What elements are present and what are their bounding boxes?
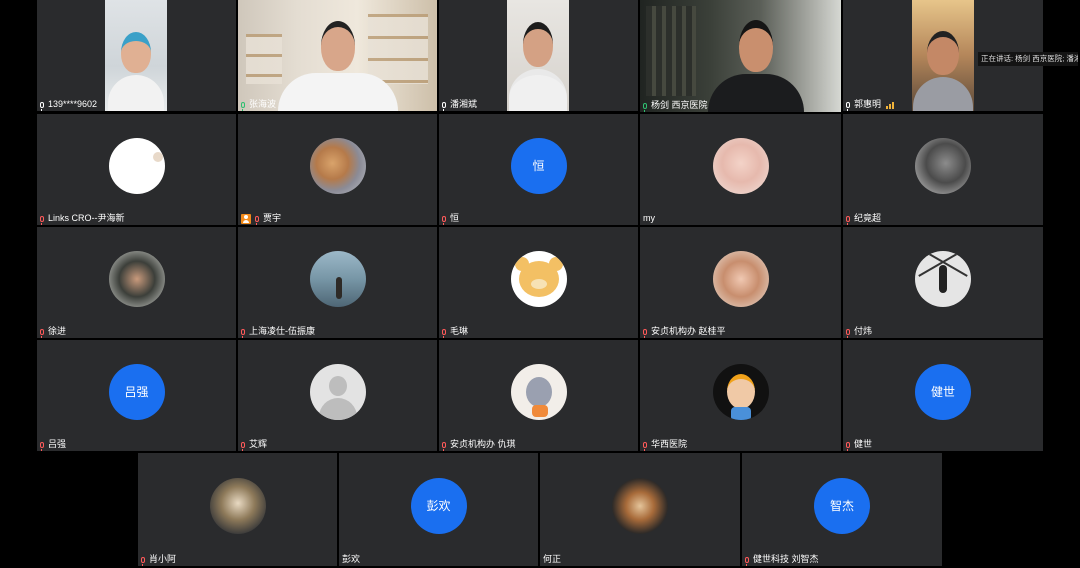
participant-name-label: 张海波 <box>241 99 276 111</box>
participant-avatar: 恒 <box>510 137 567 194</box>
participant-avatar <box>915 250 971 307</box>
participant-avatar <box>510 363 567 420</box>
active-speaker-indicator: 正在讲话: 杨剑 西京医院; 潘湘... <box>978 52 1078 66</box>
participant-avatar <box>108 250 165 307</box>
participant-name-label: 安贞机构办 赵桂平 <box>643 326 726 338</box>
participant-name-label: 付炜 <box>846 326 872 338</box>
participant-avatar: 彭欢 <box>410 477 467 534</box>
participant-name-label: 毛琳 <box>442 326 468 338</box>
participant-avatar <box>712 137 769 194</box>
video-grid: 139****9602 张海波 潘湘斌 杨剑 西京医院 郭惠明 Links CR… <box>0 0 1080 568</box>
participant-name-label: 上海凌仕-伍振康 <box>241 326 315 338</box>
microphone-muted-icon <box>846 215 850 225</box>
participant-tile[interactable]: 华西医院 <box>640 340 841 451</box>
participant-tile[interactable]: 上海凌仕-伍振康 <box>238 227 437 338</box>
participant-tile[interactable]: 139****9602 <box>37 0 236 111</box>
microphone-muted-icon <box>745 556 749 566</box>
participant-tile[interactable]: 徐进 <box>37 227 236 338</box>
participant-tile[interactable]: 付炜 <box>843 227 1043 338</box>
participant-name-label: 郭惠明 <box>846 99 895 111</box>
microphone-muted-icon <box>442 441 446 451</box>
microphone-muted-icon <box>846 441 850 451</box>
participant-video <box>640 0 841 112</box>
participant-avatar <box>309 363 366 420</box>
microphone-icon <box>40 101 44 111</box>
participant-name-label: Links CRO--尹海新 <box>40 213 125 225</box>
participant-tile[interactable]: 艾辉 <box>238 340 437 451</box>
participant-name-label: 肖小阿 <box>141 554 176 566</box>
participant-name-label: 恒 <box>442 213 459 225</box>
participant-name-label: 健世科技 刘智杰 <box>745 554 819 566</box>
participant-name-label: 健世 <box>846 439 872 451</box>
participant-name-label: my <box>643 213 655 223</box>
participant-tile[interactable]: 安贞机构办 赵桂平 <box>640 227 841 338</box>
participant-video <box>912 0 974 111</box>
participant-name-label: 艾辉 <box>241 439 267 451</box>
participant-tile[interactable]: 恒 恒 <box>439 114 638 225</box>
participant-avatar <box>209 477 266 534</box>
microphone-muted-icon <box>442 215 446 225</box>
microphone-icon <box>643 102 647 112</box>
participant-avatar <box>612 477 668 534</box>
participant-tile[interactable]: 健世 健世 <box>843 340 1043 451</box>
microphone-muted-icon <box>442 328 446 338</box>
participant-avatar <box>309 137 366 194</box>
participant-avatar: 智杰 <box>814 477 870 534</box>
microphone-muted-icon <box>241 441 245 451</box>
microphone-muted-icon <box>241 328 245 338</box>
participant-tile[interactable]: 何正 <box>540 453 740 566</box>
participant-name-label: 徐进 <box>40 326 66 338</box>
participant-tile[interactable]: 贾宇 <box>238 114 437 225</box>
participant-name-label: 吕强 <box>40 439 66 451</box>
participant-video <box>105 0 167 111</box>
participant-tile[interactable]: 智杰 健世科技 刘智杰 <box>742 453 942 566</box>
participant-avatar: 健世 <box>915 363 971 420</box>
participant-name-label: 139****9602 <box>40 99 97 111</box>
microphone-muted-icon <box>40 215 44 225</box>
microphone-muted-icon <box>255 215 259 225</box>
participant-avatar <box>712 363 769 420</box>
participant-tile[interactable]: 张海波 <box>238 0 437 111</box>
microphone-icon <box>442 101 446 111</box>
participant-video <box>507 0 569 111</box>
participant-name-label: 何正 <box>543 554 562 564</box>
host-badge-icon <box>241 213 251 224</box>
participant-name-label: 华西医院 <box>643 439 687 451</box>
participant-tile-active-speaker[interactable]: 杨剑 西京医院 <box>640 0 841 112</box>
participant-avatar <box>309 250 366 307</box>
participant-video <box>238 0 437 111</box>
participant-tile[interactable]: 肖小阿 <box>138 453 337 566</box>
participant-tile[interactable]: 吕强 吕强 <box>37 340 236 451</box>
participant-name-label: 纪竟超 <box>846 213 881 225</box>
participant-avatar <box>108 137 165 194</box>
participant-tile[interactable]: 潘湘斌 <box>439 0 638 111</box>
microphone-muted-icon <box>141 556 145 566</box>
microphone-muted-icon <box>643 328 647 338</box>
microphone-icon <box>846 101 850 111</box>
microphone-muted-icon <box>643 441 647 451</box>
signal-strength-icon <box>886 101 895 109</box>
participant-tile[interactable]: 彭欢 彭欢 <box>339 453 538 566</box>
participant-avatar <box>915 137 971 194</box>
participant-tile[interactable]: my <box>640 114 841 225</box>
participant-tile[interactable]: Links CRO--尹海新 <box>37 114 236 225</box>
microphone-icon <box>241 101 245 111</box>
participant-avatar <box>510 250 567 307</box>
microphone-muted-icon <box>40 441 44 451</box>
participant-tile[interactable]: 安贞机构办 仇琪 <box>439 340 638 451</box>
participant-avatar <box>712 250 769 307</box>
microphone-muted-icon <box>40 328 44 338</box>
participant-name-label: 安贞机构办 仇琪 <box>442 439 516 451</box>
participant-name-label: 杨剑 西京医院 <box>643 100 708 112</box>
participant-tile[interactable]: 纪竟超 <box>843 114 1043 225</box>
participant-avatar: 吕强 <box>108 363 165 420</box>
participant-tile[interactable]: 毛琳 <box>439 227 638 338</box>
participant-name-label: 彭欢 <box>342 554 361 564</box>
microphone-muted-icon <box>846 328 850 338</box>
participant-name-label: 贾宇 <box>241 213 281 225</box>
participant-name-label: 潘湘斌 <box>442 99 477 111</box>
